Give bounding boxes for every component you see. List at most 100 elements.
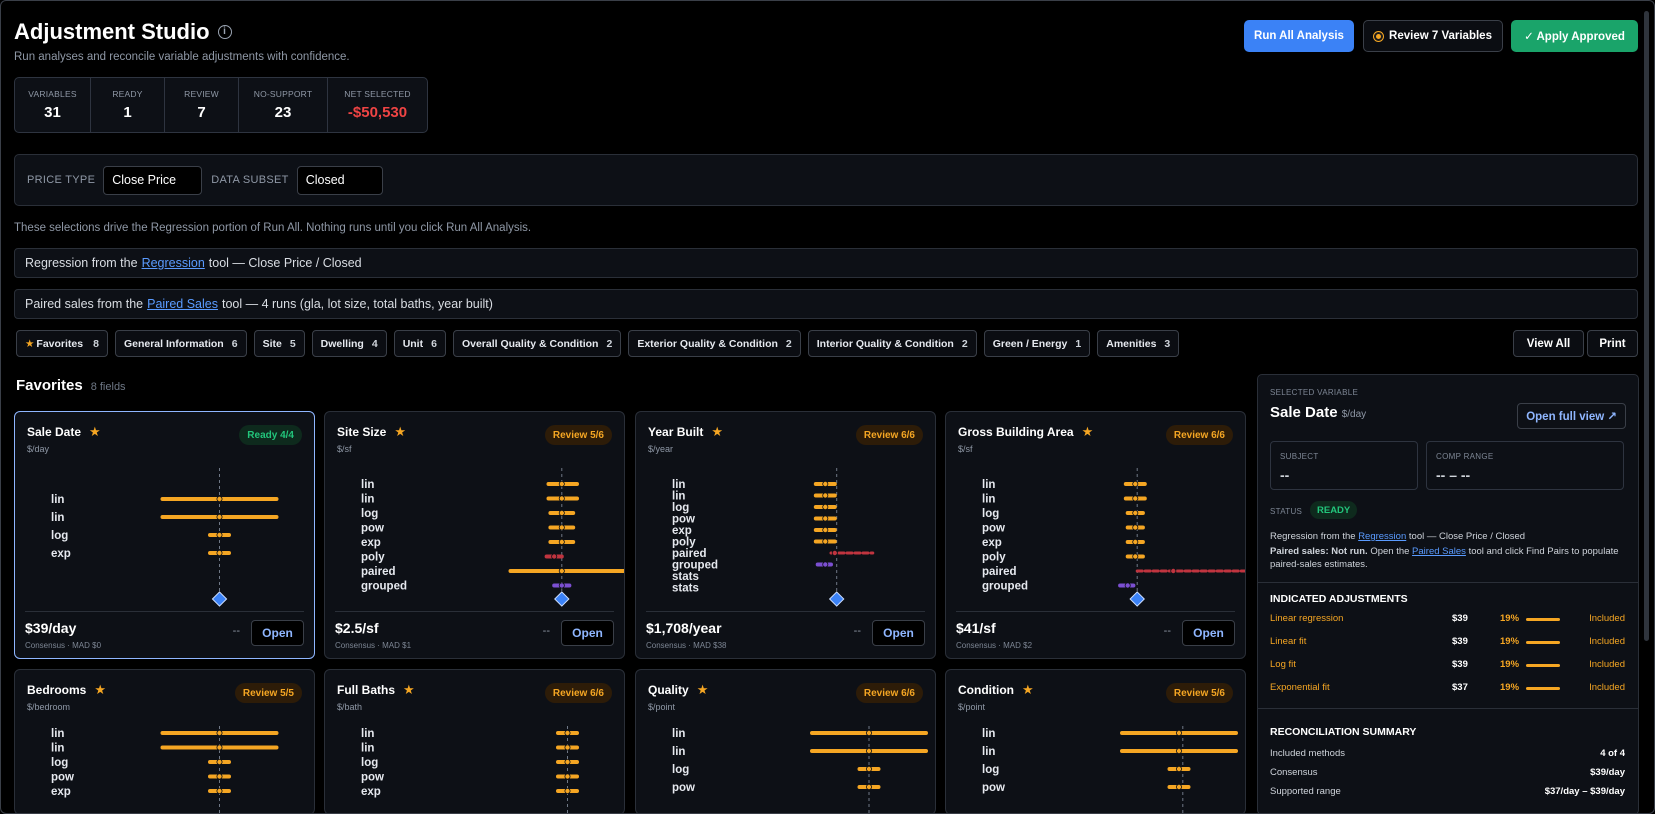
method-estimate-dot xyxy=(1132,495,1139,502)
run-note: These selections drive the Regression po… xyxy=(14,222,532,234)
view-all-button[interactable]: View All xyxy=(1513,330,1584,357)
favorite-star-icon[interactable]: ★ xyxy=(1022,682,1034,697)
method-estimate-dot xyxy=(822,480,829,487)
method-label: log xyxy=(672,764,689,776)
category-label: General Information xyxy=(123,337,224,350)
review-variables-button[interactable]: Review 7 Variables xyxy=(1363,20,1503,52)
section-title: Favorites xyxy=(16,377,83,394)
category-tab-exterior-quality-condition[interactable]: Exterior Quality & Condition 2 xyxy=(628,330,801,357)
stat-label: NET SELECTED xyxy=(344,89,411,99)
status-label: STATUS xyxy=(1270,507,1303,516)
favorite-star-icon[interactable]: ★ xyxy=(403,682,415,697)
adjustment-state[interactable]: Included xyxy=(1589,659,1625,670)
adjustment-row[interactable]: Log fit $39 19% Included xyxy=(1270,659,1625,673)
method-estimate-dot xyxy=(558,480,565,487)
method-estimate-dot xyxy=(564,788,571,795)
stat-value: 23 xyxy=(274,104,292,121)
open-card-button[interactable]: Open xyxy=(872,620,925,646)
variable-card[interactable]: Site Size ★ $/sf Review 5/6 lin lin log pow exp p… xyxy=(324,411,625,659)
paired-sales-link[interactable]: Paired Sales xyxy=(147,297,218,311)
method-estimate-dot xyxy=(216,532,223,539)
variable-card[interactable]: Full Baths ★ $/bath Review 6/6 lin lin log pow e… xyxy=(324,669,625,813)
card-unit: $/year xyxy=(648,444,674,454)
favorite-star-icon[interactable]: ★ xyxy=(711,424,723,439)
category-label: Interior Quality & Condition xyxy=(816,337,954,350)
review-label: Review 7 Variables xyxy=(1389,30,1492,42)
weight-bar xyxy=(1526,664,1561,667)
reconciliation-row: Supported range $37/day – $39/day xyxy=(1270,786,1625,797)
adjustment-state[interactable]: Included xyxy=(1589,613,1625,624)
method-estimate-dot xyxy=(558,539,565,546)
favorite-star-icon[interactable]: ★ xyxy=(697,682,709,697)
method-label: lin xyxy=(361,743,374,755)
panel-paired-sales-link[interactable]: Paired Sales xyxy=(1412,546,1466,557)
variable-card[interactable]: Sale Date ★ $/day Ready 4/4 lin lin log exp $39/… xyxy=(14,411,315,659)
range-plot: lin lin log exp xyxy=(51,468,279,607)
favorite-star-icon[interactable]: ★ xyxy=(394,424,406,439)
stat-label: READY xyxy=(112,89,143,99)
category-count: 2 xyxy=(785,337,792,350)
card-subject-value: -- xyxy=(542,625,550,637)
info-icon[interactable]: i xyxy=(217,25,232,39)
method-estimate-dot xyxy=(564,759,571,766)
category-tab-favorites[interactable]: ★ Favorites 8 xyxy=(16,330,108,357)
adjustment-method: Linear regression xyxy=(1270,613,1344,624)
selected-variable-panel: SELECTED VARIABLE Sale Date $/day Open f… xyxy=(1257,374,1639,813)
method-estimate-dot xyxy=(216,729,223,736)
scrollbar[interactable] xyxy=(1644,11,1649,641)
category-tab-dwelling[interactable]: Dwelling 4 xyxy=(311,330,387,357)
category-count: 6 xyxy=(231,337,238,350)
summary-stats: VARIABLES 31 READY 1 REVIEW 7 NO-SUPPORT 23 … xyxy=(14,77,428,133)
category-tab-interior-quality-condition[interactable]: Interior Quality & Condition 2 xyxy=(807,330,977,357)
favorite-star-icon[interactable]: ★ xyxy=(1082,424,1094,439)
category-count: 2 xyxy=(961,337,968,350)
print-button[interactable]: Print xyxy=(1587,330,1638,357)
category-tab-green-energy[interactable]: Green / Energy 1 xyxy=(983,330,1091,357)
method-label: log xyxy=(51,530,68,542)
adjustment-row[interactable]: Linear fit $39 19% Included xyxy=(1270,636,1625,650)
adjustment-weight: 19% xyxy=(1500,636,1520,647)
category-tab-amenities[interactable]: Amenities 3 xyxy=(1097,330,1180,357)
adjustment-state[interactable]: Included xyxy=(1589,636,1625,647)
method-estimate-dot xyxy=(558,524,565,531)
open-card-button[interactable]: Open xyxy=(251,620,304,646)
method-estimate-dot xyxy=(216,514,223,521)
category-label: Dwelling xyxy=(320,337,364,350)
comp-range-box: COMP RANGE -- – -- xyxy=(1426,441,1624,490)
stat-value: 7 xyxy=(197,104,206,121)
adjustment-row[interactable]: Linear regression $39 19% Included xyxy=(1270,613,1625,627)
section-count: 8 fields xyxy=(90,381,126,393)
method-label: lin xyxy=(672,728,685,740)
card-subject-value: -- xyxy=(853,625,861,637)
panel-regression-link[interactable]: Regression xyxy=(1358,531,1406,542)
variable-card[interactable]: Condition ★ $/point Review 5/6 lin lin log pow xyxy=(945,669,1246,813)
method-estimate-dot xyxy=(558,495,565,502)
variable-card[interactable]: Gross Building Area ★ $/sf Review 6/6 lin lin… xyxy=(945,411,1246,659)
favorite-star-icon[interactable]: ★ xyxy=(94,682,106,697)
open-card-button[interactable]: Open xyxy=(561,620,614,646)
run-all-analysis-button[interactable]: Run All Analysis xyxy=(1244,20,1354,52)
adjustment-row[interactable]: Exponential fit $37 19% Included xyxy=(1270,682,1625,696)
regression-link[interactable]: Regression xyxy=(142,256,205,270)
open-card-button[interactable]: Open xyxy=(1182,620,1235,646)
category-tab-overall-quality-condition[interactable]: Overall Quality & Condition 2 xyxy=(452,330,622,357)
variable-card[interactable]: Quality ★ $/point Review 6/6 lin lin log pow xyxy=(635,669,936,813)
subject-box: SUBJECT -- xyxy=(1270,441,1418,490)
open-full-view-button[interactable]: Open full view ↗ xyxy=(1517,403,1626,429)
price-type-select[interactable]: Close Price xyxy=(103,165,203,195)
adjustment-state[interactable]: Included xyxy=(1589,682,1625,693)
warning-dot-icon xyxy=(1374,31,1384,41)
category-tab-unit[interactable]: Unit 6 xyxy=(393,330,446,357)
category-tab-general-information[interactable]: General Information 6 xyxy=(114,330,247,357)
apply-approved-button[interactable]: ✓ Apply Approved xyxy=(1511,20,1638,52)
note-bold: Paired sales: Not run. xyxy=(1270,546,1368,557)
favorite-star-icon[interactable]: ★ xyxy=(89,424,101,439)
weight-bar xyxy=(1526,641,1561,644)
divider xyxy=(1258,708,1638,709)
subject-label: SUBJECT xyxy=(1280,452,1319,461)
category-tab-site[interactable]: Site 5 xyxy=(253,330,305,357)
data-subset-select[interactable]: Closed xyxy=(296,165,383,195)
variable-card[interactable]: Bedrooms ★ $/bedroom Review 5/5 lin lin log pow… xyxy=(14,669,315,813)
variable-card[interactable]: Year Built ★ $/year Review 6/6 lin lin log pow e… xyxy=(635,411,936,659)
consensus-marker xyxy=(1129,591,1145,607)
